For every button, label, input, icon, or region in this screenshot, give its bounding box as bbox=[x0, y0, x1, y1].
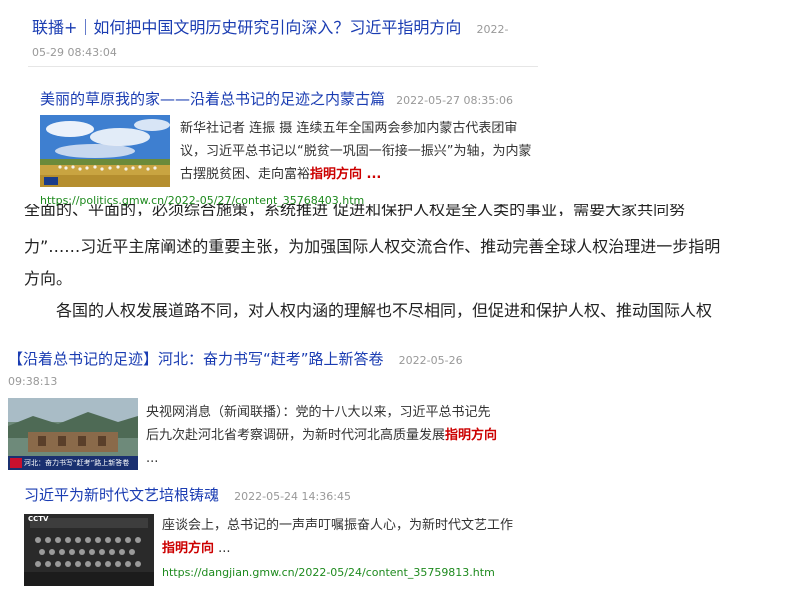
result-2-snippet-line-2: 议，习近平总书记以“脱贫一巩固一衔接一振兴”为轴，为内蒙 bbox=[180, 144, 532, 159]
article-cut-line: 全面的、平面的，必须综合施策，系统推进 促进和保护人权是全人类的事业，需要大家共… bbox=[24, 204, 686, 216]
result-4-ellipsis: ... bbox=[214, 541, 231, 556]
result-2-date: 2022-05-27 08:35:06 bbox=[396, 94, 513, 107]
result-3-thumbnail[interactable]: 河北：奋力书写“赶考”路上新答卷 bbox=[8, 398, 138, 470]
result-3-snippet-text: 后九次赴河北省考察调研，为新时代河北高质量发展 bbox=[146, 428, 446, 443]
result-4-url[interactable]: https://dangjian.gmw.cn/2022-05/24/conte… bbox=[162, 566, 495, 579]
result-1-title[interactable]: 联播+｜如何把中国文明历史研究引向深入？习近平指明方向 bbox=[32, 18, 461, 37]
result-4-snippet: 座谈会上，总书记的一声声叮嘱振奋人心，为新时代文艺工作 指明方向 ... bbox=[162, 514, 532, 560]
search-result-2: 美丽的草原我的家——沿着总书记的足迹之内蒙古篇 2022-05-27 08:35… bbox=[40, 88, 560, 109]
result-3-thumbnail-caption: 河北：奋力书写“赶考”路上新答卷 bbox=[24, 459, 130, 467]
result-2-snippet-line-1: 新华社记者 连振 摄 连续五年全国两会参加内蒙古代表团审 bbox=[180, 121, 518, 136]
result-1-date-continued: 05-29 08:43:04 bbox=[32, 46, 117, 59]
result-2-title[interactable]: 美丽的草原我的家——沿着总书记的足迹之内蒙古篇 bbox=[40, 90, 385, 108]
result-1-date: 2022- bbox=[476, 23, 509, 36]
result-2-snippet-line-3: 古摆脱贫困、走向富裕指明方向 ... bbox=[180, 163, 540, 186]
result-2-thumbnail[interactable] bbox=[40, 115, 170, 187]
article-line-1: 力”……习近平主席阐述的重要主张，为加强国际人权交流合作、推动完善全球人权治理进… bbox=[24, 237, 721, 256]
result-3-snippet: 央视网消息（新闻联播）：党的十八大以来，习近平总书记先 后九次赴河北省考察调研，… bbox=[146, 401, 516, 470]
result-4-title[interactable]: 习近平为新时代文艺培根铸魂 bbox=[24, 486, 219, 504]
result-2-snippet: 新华社记者 连振 摄 连续五年全国两会参加内蒙古代表团审 议，习近平总书记以“脱… bbox=[180, 117, 540, 186]
search-result-3: 【沿着总书记的足迹】河北：奋力书写“赶考”路上新答卷 2022-05-26 bbox=[8, 348, 568, 369]
article-line-2: 方向。 bbox=[24, 269, 73, 288]
result-3-date: 2022-05-26 bbox=[398, 354, 463, 367]
grassland-image bbox=[40, 115, 170, 187]
result-4-snippet-line-2: 指明方向 ... bbox=[162, 537, 532, 560]
divider bbox=[28, 66, 538, 67]
group-photo-image bbox=[24, 514, 154, 586]
result-3-snippet-line-1: 央视网消息（新闻联播）：党的十八大以来，习近平总书记先 bbox=[146, 405, 491, 420]
result-3-snippet-line-2: 后九次赴河北省考察调研，为新时代河北高质量发展指明方向 bbox=[146, 424, 516, 447]
result-2-highlight: 指明方向 bbox=[310, 167, 363, 182]
result-4-highlight: 指明方向 bbox=[162, 541, 215, 556]
article-line-3: 各国的人权发展道路不同，对人权内涵的理解也不尽相同，但促进和保护人权、推动国际人… bbox=[56, 301, 713, 320]
search-result-1: 联播+｜如何把中国文明历史研究引向深入？习近平指明方向 2022- bbox=[32, 14, 552, 38]
result-3-highlight: 指明方向 bbox=[445, 428, 498, 443]
result-3-snippet-line-3: ... bbox=[146, 451, 159, 466]
result-2-ellipsis: ... bbox=[362, 167, 382, 182]
result-4-thumbnail[interactable]: CCTV bbox=[24, 514, 154, 586]
result-4-snippet-line-1: 座谈会上，总书记的一声声叮嘱振奋人心，为新时代文艺工作 bbox=[162, 518, 514, 533]
result-2-snippet-text: 古摆脱贫困、走向富裕 bbox=[180, 167, 311, 182]
result-4-date: 2022-05-24 14:36:45 bbox=[234, 490, 351, 503]
result-3-title[interactable]: 【沿着总书记的足迹】河北：奋力书写“赶考”路上新答卷 bbox=[8, 350, 384, 368]
search-result-4: 习近平为新时代文艺培根铸魂 2022-05-24 14:36:45 bbox=[24, 484, 584, 505]
cctv-logo: CCTV bbox=[28, 515, 49, 523]
result-3-date-continued: 09:38:13 bbox=[8, 375, 58, 388]
article-body: 力”……习近平主席阐述的重要主张，为加强国际人权交流合作、推动完善全球人权治理进… bbox=[24, 231, 794, 327]
